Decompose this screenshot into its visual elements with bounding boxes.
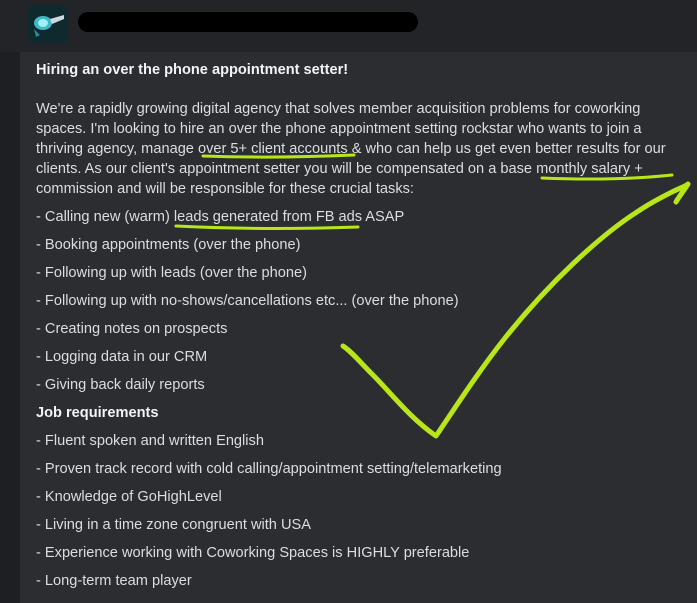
- requirement-item: - Knowledge of GoHighLevel: [36, 489, 222, 505]
- message-header: [0, 0, 697, 52]
- task-text: - Calling new (warm): [36, 209, 174, 225]
- avatar[interactable]: [28, 5, 68, 43]
- task-item: - Following up with leads (over the phon…: [36, 265, 307, 281]
- requirement-item: - Fluent spoken and written English: [36, 433, 264, 449]
- highlight-base-salary: base monthly salary: [500, 161, 631, 177]
- requirements-heading: Job requirements: [36, 405, 159, 421]
- requirement-item: - Long-term team player: [36, 573, 192, 589]
- avatar-image: [28, 5, 68, 43]
- requirement-item: - Experience working with Coworking Spac…: [36, 545, 470, 561]
- task-item: - Calling new (warm) leads generated fro…: [36, 199, 686, 227]
- highlight-client-accounts: over 5+ client accounts: [197, 141, 348, 157]
- task-item: - Following up with no-shows/cancellatio…: [36, 293, 459, 309]
- message-body: Hiring an over the phone appointment set…: [36, 60, 686, 591]
- task-item: - Booking appointments (over the phone): [36, 237, 301, 253]
- task-item: - Logging data in our CRM: [36, 349, 208, 365]
- redacted-username: [78, 12, 418, 32]
- post-title: Hiring an over the phone appointment set…: [36, 62, 349, 78]
- requirements-list: - Fluent spoken and written English - Pr…: [36, 423, 686, 591]
- requirement-item: - Proven track record with cold calling/…: [36, 461, 502, 477]
- requirement-item: - Living in a time zone congruent with U…: [36, 517, 311, 533]
- task-item: - Creating notes on prospects: [36, 321, 228, 337]
- task-text: ASAP: [362, 209, 405, 225]
- task-item: - Giving back daily reports: [36, 377, 205, 393]
- task-list: - Calling new (warm) leads generated fro…: [36, 199, 686, 395]
- highlight-fb-leads: leads generated from FB ads: [173, 209, 363, 225]
- post-intro: We're a rapidly growing digital agency t…: [36, 99, 686, 199]
